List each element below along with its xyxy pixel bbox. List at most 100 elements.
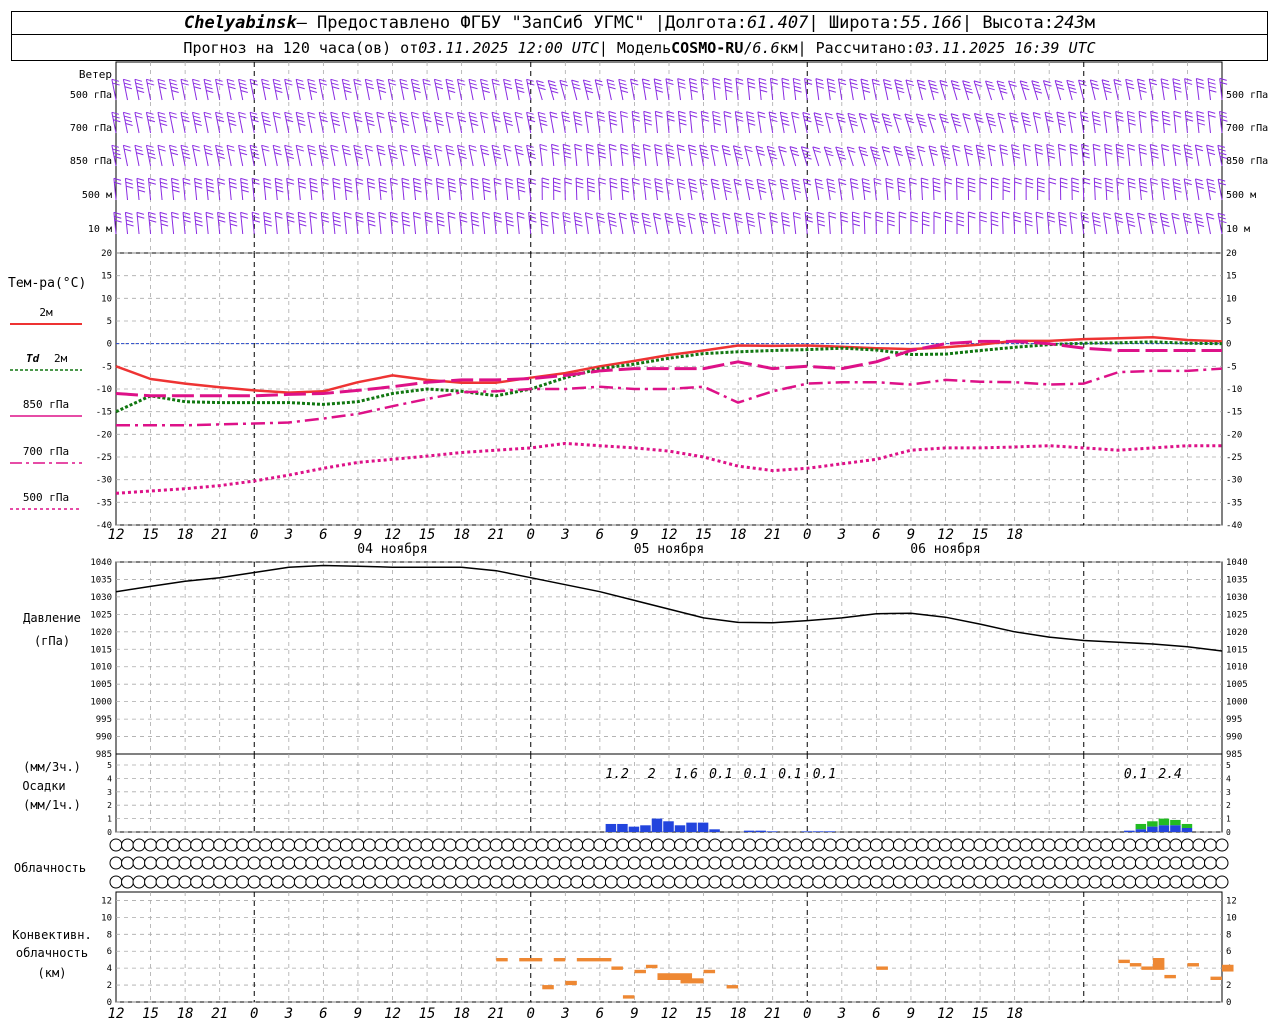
- cloud-symbol: [1042, 875, 1056, 889]
- cloud-symbol: [109, 875, 123, 889]
- wind-barb-flag: [472, 223, 480, 227]
- wind-barb-flag: [227, 148, 235, 152]
- cloud-symbol: [996, 856, 1010, 870]
- wind-barb-flag: [860, 78, 869, 82]
- wind-barb-flag: [1184, 78, 1192, 82]
- cloud-symbol: [374, 856, 388, 870]
- wind-barb-flag: [677, 178, 685, 182]
- wind-barb-staff: [228, 178, 232, 201]
- wind-barb-staff: [916, 145, 923, 167]
- cloud-symbol: [927, 838, 941, 852]
- wind-barb-flag: [491, 78, 500, 82]
- wind-barb-flag: [956, 177, 964, 181]
- wind-barb-staff: [1195, 78, 1200, 101]
- wind-barb-flag: [676, 216, 685, 220]
- wind-barb-staff: [700, 111, 705, 134]
- precip-mix-bar: [1181, 823, 1193, 828]
- wind-barb-flag: [945, 219, 953, 223]
- wind-barb-flag: [1207, 182, 1215, 186]
- wind-barb-flag: [273, 82, 282, 86]
- wind-barb-staff: [699, 145, 705, 167]
- wind-barb-flag: [968, 181, 976, 185]
- cloud-symbol: [1111, 856, 1125, 870]
- wind-barb-staff: [445, 79, 451, 101]
- wind-barb-flag: [261, 144, 269, 148]
- wind-barb-flag: [193, 82, 201, 86]
- wind-barb-flag: [861, 82, 869, 86]
- wind-barb-flag: [238, 111, 246, 115]
- wind-barb-flag: [1093, 143, 1101, 147]
- wind-barb-flag: [954, 123, 962, 127]
- wind-barb-flag: [1092, 115, 1100, 119]
- wind-barb-flag: [746, 216, 754, 220]
- wind-barb-flag: [379, 181, 387, 185]
- wind-barb-flag: [1047, 147, 1055, 151]
- cloud-symbol: [1111, 875, 1125, 889]
- precip-bar: [640, 825, 651, 832]
- wind-barb-flag: [620, 110, 628, 114]
- wind-barb-staff: [482, 178, 486, 201]
- wind-barb-flag: [422, 144, 431, 148]
- wind-barb-staff: [792, 78, 797, 101]
- wind-barb-staff: [180, 79, 186, 101]
- wind-barb-staff: [366, 212, 370, 235]
- wind-barb-flag: [205, 177, 214, 181]
- cloud-symbol: [708, 856, 722, 870]
- wind-barb-flag: [1071, 181, 1079, 185]
- wind-barb-flag: [609, 143, 617, 147]
- wind-barb-flag: [585, 90, 594, 94]
- wind-barb-flag: [515, 82, 523, 86]
- precipitation-panel-ytick-right: 0: [1226, 828, 1231, 837]
- wind-barb-flag: [1022, 115, 1030, 119]
- wind-barb-flag: [897, 177, 905, 181]
- wind-barb-flag: [632, 181, 640, 185]
- wind-barb-flag: [1138, 110, 1147, 114]
- wind-barb-staff: [1217, 213, 1223, 235]
- wind-barb-staff: [893, 146, 900, 167]
- wind-barb-staff: [1069, 212, 1073, 235]
- wind-barb-staff: [802, 179, 808, 201]
- cloud-symbol: [316, 875, 330, 889]
- wind-barb-staff: [1046, 144, 1050, 167]
- cloud-symbol: [1123, 856, 1137, 870]
- wind-barb-flag: [353, 111, 361, 115]
- wind-barb-flag: [1160, 216, 1169, 220]
- temperature-panel-hour-label: 21: [764, 527, 781, 543]
- wind-barb-flag: [817, 223, 826, 227]
- wind-barb-staff: [1031, 80, 1039, 101]
- wind-barb-staff: [238, 79, 244, 101]
- wind-barb-flag: [575, 177, 584, 181]
- wind-barb-flag: [1104, 147, 1113, 151]
- wind-barb-flag: [284, 144, 292, 148]
- wind-barb-flag: [943, 156, 951, 160]
- wind-barb-staff: [733, 179, 739, 201]
- cloud-symbol: [443, 856, 457, 870]
- wind-barb-flag: [1171, 212, 1179, 216]
- wind-barb-staff: [1093, 178, 1096, 201]
- wind-barb-flag: [240, 177, 248, 181]
- wind-barb-flag: [886, 185, 894, 189]
- wind-barb-flag: [378, 152, 386, 156]
- wind-barb-flag: [310, 189, 319, 193]
- precip-amount-label: 0.1: [744, 767, 767, 782]
- wind-barb-flag: [297, 86, 305, 90]
- wind-barb-flag: [482, 181, 491, 185]
- wind-barb-flag: [713, 85, 721, 89]
- precip-bar: [1181, 827, 1193, 832]
- cloud-symbol: [247, 856, 261, 870]
- wind-barb-staff: [410, 79, 417, 101]
- wind-barb-flag: [884, 82, 892, 86]
- wind-barb-flag: [712, 114, 721, 118]
- wind-barb-flag: [644, 114, 652, 118]
- wind-barb-flag: [435, 119, 444, 123]
- wind-barb-flag: [642, 78, 650, 82]
- wind-barb-flag: [723, 182, 731, 186]
- wind-barb-flag: [1139, 177, 1147, 181]
- wind-barb-staff: [1206, 178, 1211, 201]
- wind-barb-flag: [331, 115, 339, 119]
- legend-t850-label: 850 гПа: [23, 398, 69, 411]
- wind-barb-flag: [745, 178, 753, 182]
- wind-barb-flag: [850, 86, 859, 90]
- precip-bar: [1135, 829, 1147, 832]
- wind-barb-staff: [194, 212, 198, 235]
